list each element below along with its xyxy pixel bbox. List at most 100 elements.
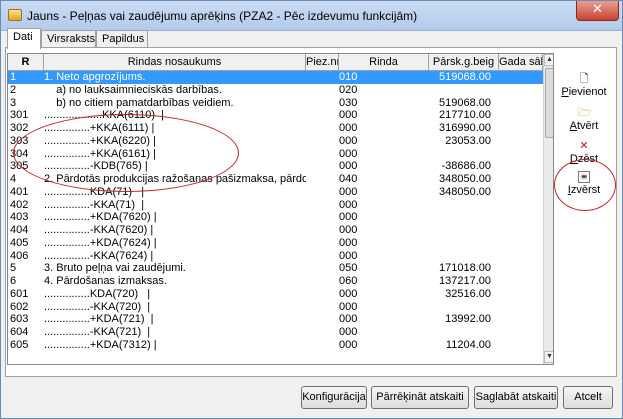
table-row[interactable]: 302 ...............+KKA(6111) | 000 316990.…	[8, 122, 543, 135]
cell-parsk: 348050.00	[439, 185, 491, 198]
scroll-up-icon[interactable]: ▲	[544, 54, 553, 66]
cell-piez	[306, 160, 339, 173]
add-button-label: Pievienot	[561, 86, 607, 98]
cell-piez	[306, 237, 339, 250]
cell-r: 402	[10, 198, 29, 211]
tab-dati[interactable]: Dati	[7, 28, 41, 49]
cell-parsk: 316990.00	[439, 122, 491, 134]
cell-r: 405	[10, 236, 29, 249]
delete-button[interactable]: ✕ Dzēst	[561, 140, 607, 166]
cell-rinda: 000	[339, 211, 358, 224]
cell-r: 604	[10, 326, 29, 338]
cell-gada	[499, 301, 543, 314]
cell-parsk	[429, 199, 499, 212]
cell-rinda: 000	[339, 300, 358, 313]
tab-virsraksts[interactable]: Virsraksts	[41, 30, 96, 48]
cell-piez	[306, 135, 339, 148]
cell-piez	[306, 275, 339, 288]
cell-gada	[499, 262, 543, 275]
table-row[interactable]: 401 ...............KDA(71) | 000 348050.00	[8, 186, 543, 199]
delete-button-label: Dzēst	[569, 153, 599, 165]
cell-rinda: 000	[339, 287, 358, 300]
recalculate-button[interactable]: Pārrēķināt atskaiti	[371, 386, 469, 409]
table-row[interactable]: 601 ...............KDA(720) | 000 32516.00	[8, 288, 543, 301]
table-row[interactable]: 305 ...............-KDB(765) | 000 -38686.0…	[8, 160, 543, 173]
expand-button[interactable]: ≡ Izvērst	[561, 171, 607, 196]
open-button[interactable]: 🗁 Atvērt	[561, 107, 607, 133]
save-report-button[interactable]: Saglabāt atskaiti	[474, 386, 558, 409]
cell-piez	[306, 84, 339, 97]
vertical-scrollbar[interactable]: ▲ ▼	[543, 54, 553, 364]
column-header-piez[interactable]: Piez.nr.	[306, 54, 339, 71]
cell-gada	[499, 339, 543, 352]
scroll-thumb[interactable]	[545, 68, 553, 138]
table-row[interactable]: 303 ...............+KKA(6220) | 000 23053.0…	[8, 135, 543, 148]
cell-name: a) no lauksaimnieciskās darbības.	[44, 83, 222, 96]
cell-parsk: 13992.00	[445, 313, 491, 326]
cell-piez	[306, 148, 339, 161]
cell-parsk: 32516.00	[445, 287, 491, 300]
report-grid[interactable]: R Rindas nosaukums Piez.nr. Rinda Pārsk.…	[7, 53, 554, 365]
table-row[interactable]: 304 ...............+KKA(6161) | 000	[8, 148, 543, 161]
app-icon	[8, 9, 22, 21]
column-header-rinda[interactable]: Rinda	[339, 54, 429, 71]
table-row[interactable]: 405 ...............+KDA(7624) | 000	[8, 237, 543, 250]
cell-rinda: 000	[339, 224, 358, 236]
cell-parsk	[429, 326, 499, 339]
cell-parsk: 348050.00	[439, 173, 491, 185]
cell-r: 603	[10, 313, 29, 326]
cell-rinda: 000	[339, 236, 358, 249]
configuration-button[interactable]: Konfigurācija	[301, 386, 367, 409]
table-row[interactable]: 6 4. Pārdošanas izmaksas. 060 137217.00	[8, 275, 543, 288]
table-row[interactable]: 406 ...............-KKA(7624) | 000	[8, 250, 543, 263]
cancel-button[interactable]: Atcelt	[563, 386, 613, 409]
cell-piez	[306, 186, 339, 199]
cell-name: ...............KDA(720) |	[44, 287, 151, 300]
report-window: Jauns - Peļņas vai zaudējumu aprēķins (P…	[0, 0, 623, 419]
cell-r: 5	[10, 262, 17, 275]
column-header-gada[interactable]: Gada sāk.	[499, 54, 543, 71]
cell-piez	[306, 313, 339, 326]
cell-r: 601	[10, 287, 29, 300]
cell-name: b) no citiem pamatdarbības veidiem.	[44, 96, 234, 109]
close-button[interactable]: ✕	[576, 1, 619, 21]
cell-r: 406	[10, 249, 29, 262]
table-row[interactable]: 604 ...............-KKA(721) | 000	[8, 326, 543, 339]
cell-rinda: 040	[339, 173, 358, 185]
cell-r: 303	[10, 134, 29, 147]
table-row[interactable]: 404 ...............-KKA(7620) | 000	[8, 224, 543, 237]
table-row[interactable]: 602 ...............-KKA(720) | 000	[8, 301, 543, 314]
cell-rinda: 000	[339, 338, 358, 351]
title-bar[interactable]: Jauns - Peļņas vai zaudējumu aprēķins (P…	[1, 1, 622, 31]
cell-name: ...............+KDA(7624) |	[44, 236, 157, 249]
table-row[interactable]: 403 ...............+KDA(7620) | 000	[8, 211, 543, 224]
cell-name: ...............KDA(71) |	[44, 185, 145, 198]
table-row[interactable]: 603 ...............+KDA(721) | 000 13992.00	[8, 313, 543, 326]
table-row[interactable]: 3 b) no citiem pamatdarbības veidiem. 030…	[8, 97, 543, 110]
column-header-r[interactable]: R	[8, 54, 44, 71]
tab-papildus[interactable]: Papildus	[96, 30, 148, 48]
add-button[interactable]: 🗋 Pievienot	[561, 73, 607, 99]
table-row[interactable]: 4 2. Pārdotās produkcijas ražošanas pašiz…	[8, 173, 543, 186]
cell-r: 404	[10, 224, 29, 236]
scroll-down-icon[interactable]: ▼	[544, 351, 553, 363]
cell-r: 1	[10, 71, 17, 83]
cell-gada	[499, 84, 543, 97]
cell-r: 403	[10, 211, 29, 224]
cell-parsk: 519068.00	[439, 96, 491, 109]
cell-rinda: 000	[339, 326, 358, 338]
column-header-name[interactable]: Rindas nosaukums	[44, 54, 306, 71]
window-title: Jauns - Peļņas vai zaudējumu aprēķins (P…	[27, 9, 418, 23]
table-row[interactable]: 605 ...............+KDA(7312) | 000 11204.0…	[8, 339, 543, 352]
table-row[interactable]: 402 ...............-KKA(71) | 000	[8, 199, 543, 212]
grid-header: R Rindas nosaukums Piez.nr. Rinda Pārsk.…	[8, 54, 543, 71]
column-header-parsk[interactable]: Pārsk.g.beig	[429, 54, 499, 71]
cell-parsk	[429, 237, 499, 250]
cell-r: 605	[10, 338, 29, 351]
table-row[interactable]: 1 1. Neto apgrozījums. 010 519068.00	[8, 71, 543, 84]
table-row[interactable]: 301 ...................KKA(6110) | 000 2177…	[8, 109, 543, 122]
cell-rinda: 030	[339, 96, 358, 109]
table-row[interactable]: 2 a) no lauksaimnieciskās darbības. 020	[8, 84, 543, 97]
table-row[interactable]: 5 3. Bruto peļņa vai zaudējumi. 050 171018.…	[8, 262, 543, 275]
cell-piez	[306, 339, 339, 352]
